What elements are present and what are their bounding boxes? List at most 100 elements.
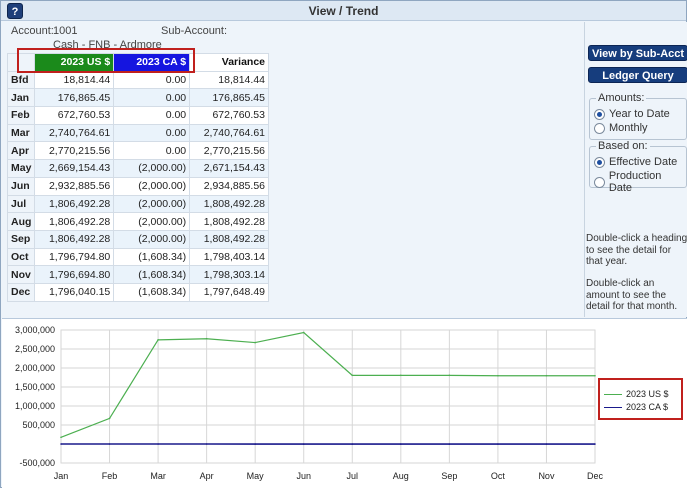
cell-variance[interactable]: 2,740,764.61 [189,123,269,143]
table-row: Jul 1,806,492.28 (2,000.00) 1,808,492.28 [6,194,269,214]
cell-us[interactable]: 2,669,154.43 [34,159,115,178]
hint-heading-text: Double-click a heading to see the detail… [586,233,687,267]
x-tick-label: Jun [296,471,311,481]
cell-ca[interactable]: (2,000.00) [113,194,191,214]
cell-ca[interactable]: (2,000.00) [113,212,191,231]
legend-label-ca: 2023 CA $ [626,402,669,412]
cell-us[interactable]: 672,760.53 [34,106,115,125]
row-label: Jun [6,176,36,196]
radio-label: Production Date [608,170,662,194]
amounts-title: Amounts: [596,92,647,104]
title-bar: ? View / Trend [1,1,686,21]
cell-ca[interactable]: 0.00 [113,123,191,143]
account-label: Account: [11,25,54,37]
based-on-title: Based on: [596,140,650,152]
header-highlight-box [17,48,195,73]
row-label: Oct [6,247,36,267]
radio-production-date[interactable]: Production Date [594,170,686,194]
cell-variance[interactable]: 2,770,215.56 [189,141,269,161]
radio-effective-date[interactable]: Effective Date [594,156,677,168]
data-point [594,443,596,445]
y-tick-label: 1,000,000 [15,401,55,411]
cell-variance[interactable]: 1,808,492.28 [189,212,269,231]
cell-ca[interactable]: 0.00 [113,88,191,108]
table-row: Feb 672,760.53 0.00 672,760.53 [6,106,269,125]
cell-variance[interactable]: 18,814.44 [189,70,269,90]
amounts-group: Amounts: Year to Date Monthly [589,92,687,140]
radio-selected-icon[interactable] [594,156,605,168]
cell-ca[interactable]: (2,000.00) [113,229,191,249]
radio-unselected-icon[interactable] [594,122,605,134]
x-tick-label: Jul [347,471,359,481]
cell-us[interactable]: 2,740,764.61 [34,123,115,143]
cell-us[interactable]: 176,865.45 [34,88,115,108]
hint-amount-text: Double-click an amount to see the detail… [586,278,678,312]
cell-us[interactable]: 1,796,794.80 [34,247,115,267]
x-tick-label: Mar [150,471,166,481]
cell-us[interactable]: 2,770,215.56 [34,141,115,161]
data-point [400,374,402,377]
cell-ca[interactable]: (1,608.34) [113,265,191,284]
data-point [60,436,62,439]
table-row: May 2,669,154.43 (2,000.00) 2,671,154.43 [6,159,269,178]
row-label: Sep [6,229,36,249]
data-point [400,443,402,445]
radio-label: Effective Date [609,156,678,168]
data-point [302,331,305,334]
cell-ca[interactable]: 0.00 [113,106,191,125]
cell-ca[interactable]: (1,608.34) [113,282,191,302]
window-title: View / Trend [308,4,379,18]
cell-us[interactable]: 1,796,694.80 [34,265,115,284]
cell-us[interactable]: 1,806,492.28 [34,212,115,231]
table-row: Jun 2,932,885.56 (2,000.00) 2,934,885.56 [6,176,269,196]
cell-ca[interactable]: 0.00 [113,70,191,90]
cell-variance[interactable]: 2,671,154.43 [189,159,269,178]
cell-us[interactable]: 18,814.44 [34,70,115,90]
data-point [254,341,256,344]
data-point [448,443,451,445]
data-point [254,443,256,445]
data-point [108,417,111,420]
cell-ca[interactable]: (1,608.34) [113,247,191,267]
ledger-query-button[interactable]: Ledger Query [588,67,687,83]
cell-ca[interactable]: (2,000.00) [113,176,191,196]
table-row: Nov 1,796,694.80 (1,608.34) 1,798,303.14 [6,265,269,284]
y-tick-label: 500,000 [22,420,55,430]
trend-chart: 3,000,000 2,500,000 2,000,000 1,500,000 1,00… [2,318,687,488]
row-label: Bfd [6,70,36,90]
row-label: Mar [6,123,36,143]
y-tick-label: -500,000 [19,458,55,468]
radio-year-to-date[interactable]: Year to Date [594,108,670,120]
radio-label: Year to Date [609,108,670,120]
column-header-variance[interactable]: Variance [189,53,269,72]
cell-ca[interactable]: (2,000.00) [113,159,191,178]
y-tick-label: 1,500,000 [15,382,55,392]
data-point [351,443,354,445]
radio-unselected-icon[interactable] [594,176,605,188]
cell-us[interactable]: 1,806,492.28 [34,229,115,249]
cell-variance[interactable]: 1,798,303.14 [189,265,269,284]
cell-ca[interactable]: 0.00 [113,141,191,161]
table-row: Oct 1,796,794.80 (1,608.34) 1,798,403.14 [6,247,269,267]
cell-variance[interactable]: 176,865.45 [189,88,269,108]
cell-variance[interactable]: 1,808,492.28 [189,194,269,214]
view-by-sub-acct-button[interactable]: View by Sub-Acct [588,45,687,61]
cell-variance[interactable]: 1,808,492.28 [189,229,269,249]
cell-variance[interactable]: 2,934,885.56 [189,176,269,196]
radio-monthly[interactable]: Monthly [594,122,648,134]
data-point [108,443,111,445]
cell-us[interactable]: 1,806,492.28 [34,194,115,214]
chart-legend: 2023 US $ 2023 CA $ [598,378,683,420]
legend-item-us: 2023 US $ [604,389,669,399]
cell-variance[interactable]: 1,798,403.14 [189,247,269,267]
plot-area [60,329,596,464]
x-tick-label: Dec [587,471,604,481]
cell-variance[interactable]: 1,797,648.49 [189,282,269,302]
x-tick-label: May [247,471,265,481]
based-on-group: Based on: Effective Date Production Date [589,140,687,194]
data-point [302,443,305,445]
cell-us[interactable]: 2,932,885.56 [34,176,115,196]
cell-us[interactable]: 1,796,040.15 [34,282,115,302]
cell-variance[interactable]: 672,760.53 [189,106,269,125]
radio-selected-icon[interactable] [594,108,605,120]
